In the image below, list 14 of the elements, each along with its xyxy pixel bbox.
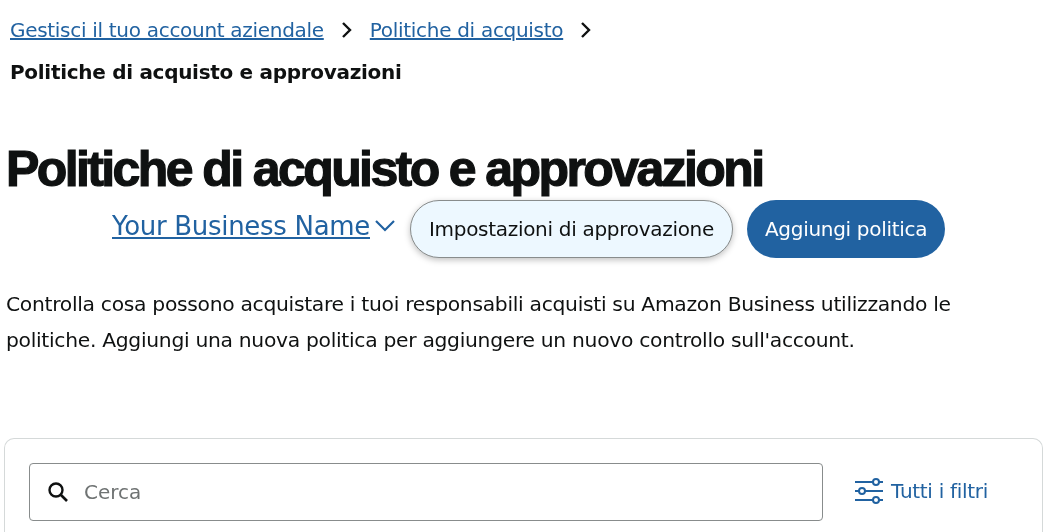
all-filters-link[interactable]: Tutti i filtri — [853, 477, 988, 505]
current-page: Politiche di acquisto e approvazioni — [9, 60, 403, 84]
add-policy-button[interactable]: Aggiungi politica — [746, 200, 946, 258]
description: Controlla cosa possono acquistare i tuoi responsabili acquisti su Amazon Business utilizzando le politiche. Aggiungi una nuova politica per aggiungere un nuovo controllo sull'account. — [6, 291, 952, 354]
sliders-icon — [853, 477, 885, 505]
search-icon — [47, 481, 69, 503]
caret-icon — [374, 219, 396, 233]
chevron-icon — [339, 21, 354, 39]
search-field[interactable]: Cerca — [29, 463, 823, 521]
page-title: Politiche di acquisto e approvazioni — [6, 144, 764, 194]
approval-settings-button[interactable]: Impostazioni di approvazione — [410, 200, 733, 258]
account-selector[interactable]: Your Business Name — [112, 211, 396, 247]
breadcrumb-link[interactable]: Politiche di acquisto — [369, 18, 564, 42]
breadcrumb-link[interactable]: Gestisci il tuo account aziendale — [10, 18, 324, 42]
